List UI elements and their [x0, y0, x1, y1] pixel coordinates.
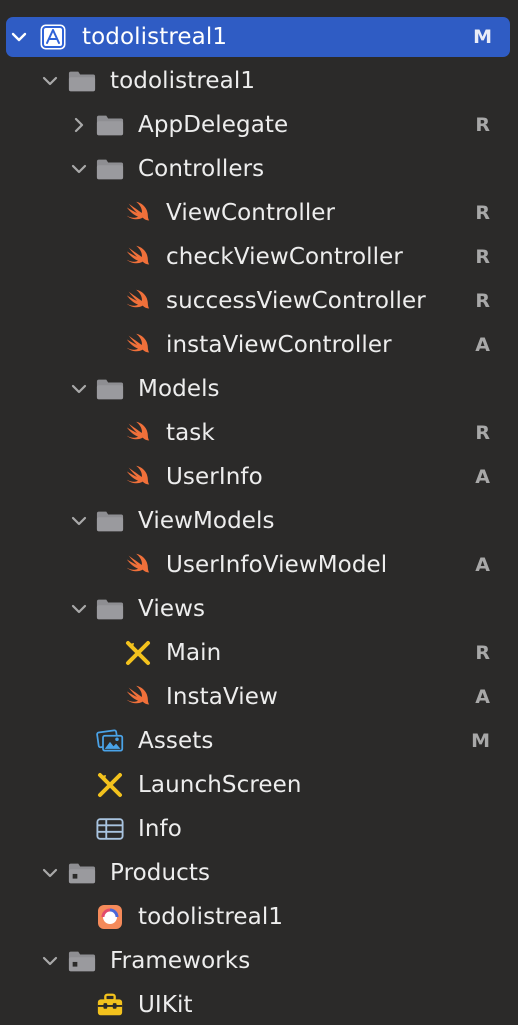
folder-icon — [96, 375, 124, 403]
storyboard-icon — [96, 771, 124, 799]
tree-row-file-instaviewcontroller[interactable]: instaViewController A — [6, 325, 510, 365]
status-badge: R — [475, 422, 490, 444]
tree-row-group-products[interactable]: Products — [6, 853, 510, 893]
tree-item-label: todolistreal1 — [138, 904, 284, 930]
tree-row-file-assets[interactable]: Assets M — [6, 721, 510, 761]
storyboard-icon — [124, 639, 152, 667]
chevron-down-icon[interactable] — [70, 512, 88, 530]
tree-item-label: ViewModels — [138, 508, 275, 534]
tree-item-label: todolistreal1 — [110, 68, 256, 94]
tree-item-label: UIKit — [138, 992, 193, 1018]
chevron-down-icon[interactable] — [10, 28, 28, 46]
status-badge: R — [475, 642, 490, 664]
tree-item-label: UserInfo — [166, 464, 263, 490]
tree-row-group-todolistreal1[interactable]: todolistreal1 — [6, 61, 510, 101]
tree-item-label: InstaView — [166, 684, 278, 710]
tree-row-project[interactable]: todolistreal1 M — [6, 17, 510, 57]
chevron-right-icon[interactable] — [70, 116, 88, 134]
tree-row-file-info-plist[interactable]: Info — [6, 809, 510, 849]
asset-catalog-icon — [96, 727, 124, 755]
tree-row-file-userinfoviewmodel[interactable]: UserInfoViewModel A — [6, 545, 510, 585]
tree-row-file-viewcontroller[interactable]: ViewController R — [6, 193, 510, 233]
tree-item-label: Models — [138, 376, 220, 402]
folder-icon — [68, 67, 96, 95]
tree-row-group-viewmodels[interactable]: ViewModels — [6, 501, 510, 541]
chevron-down-icon[interactable] — [70, 600, 88, 618]
tree-row-group-models[interactable]: Models — [6, 369, 510, 409]
swift-file-icon — [124, 463, 152, 491]
chevron-down-icon[interactable] — [70, 160, 88, 178]
folder-icon — [96, 155, 124, 183]
tree-item-label: Products — [110, 860, 211, 886]
tree-item-label: Views — [138, 596, 206, 622]
chevron-down-icon[interactable] — [41, 72, 59, 90]
status-badge: A — [475, 334, 490, 356]
tree-row-file-checkviewcontroller[interactable]: checkViewController R — [6, 237, 510, 277]
tree-item-label: successViewController — [166, 288, 426, 314]
status-badge: A — [475, 466, 490, 488]
chevron-down-icon[interactable] — [70, 380, 88, 398]
status-badge: M — [473, 26, 492, 48]
tree-row-group-views[interactable]: Views — [6, 589, 510, 629]
status-badge: R — [475, 114, 490, 136]
tree-item-label: UserInfoViewModel — [166, 552, 388, 578]
status-badge: A — [475, 554, 490, 576]
folder-icon — [96, 507, 124, 535]
tree-item-label: checkViewController — [166, 244, 403, 270]
swift-file-icon — [124, 331, 152, 359]
tree-item-label: Info — [138, 816, 182, 842]
swift-file-icon — [124, 199, 152, 227]
chevron-down-icon[interactable] — [41, 864, 59, 882]
xcode-project-icon — [39, 23, 67, 51]
status-badge: R — [475, 290, 490, 312]
status-badge: R — [475, 246, 490, 268]
chevron-down-icon[interactable] — [41, 952, 59, 970]
tree-row-group-appdelegate[interactable]: AppDelegate R — [6, 105, 510, 145]
swift-file-icon — [124, 551, 152, 579]
status-badge: R — [475, 202, 490, 224]
status-badge: M — [471, 730, 490, 752]
folder-icon — [68, 947, 96, 975]
tree-item-label: Main — [166, 640, 222, 666]
tree-row-file-launchscreen[interactable]: LaunchScreen — [6, 765, 510, 805]
tree-row-file-task[interactable]: task R — [6, 413, 510, 453]
app-product-icon — [96, 903, 124, 931]
swift-file-icon — [124, 419, 152, 447]
tree-item-label: ViewController — [166, 200, 336, 226]
tree-item-label: Assets — [138, 728, 214, 754]
tree-item-label: AppDelegate — [138, 112, 289, 138]
plist-table-icon — [96, 815, 124, 843]
tree-row-file-userinfo[interactable]: UserInfo A — [6, 457, 510, 497]
tree-item-label: Controllers — [138, 156, 265, 182]
tree-row-file-app-product[interactable]: todolistreal1 — [6, 897, 510, 937]
framework-toolbox-icon — [96, 991, 124, 1019]
project-name: todolistreal1 — [82, 24, 228, 50]
tree-row-file-instaview[interactable]: InstaView A — [6, 677, 510, 717]
tree-item-label: instaViewController — [166, 332, 392, 358]
tree-row-group-frameworks[interactable]: Frameworks — [6, 941, 510, 981]
folder-icon — [96, 111, 124, 139]
folder-icon — [96, 595, 124, 623]
tree-item-label: Frameworks — [110, 948, 251, 974]
tree-row-file-successviewcontroller[interactable]: successViewController R — [6, 281, 510, 321]
folder-icon — [68, 859, 96, 887]
status-badge: A — [475, 686, 490, 708]
tree-row-framework-uikit[interactable]: UIKit — [6, 985, 510, 1025]
swift-file-icon — [124, 243, 152, 271]
tree-item-label: task — [166, 420, 215, 446]
tree-item-label: LaunchScreen — [138, 772, 302, 798]
project-navigator: todolistreal1 M todolistreal1 AppDelegat… — [0, 0, 518, 1020]
tree-row-group-controllers[interactable]: Controllers — [6, 149, 510, 189]
tree-row-file-main-storyboard[interactable]: Main R — [6, 633, 510, 673]
swift-file-icon — [124, 287, 152, 315]
swift-file-icon — [124, 683, 152, 711]
